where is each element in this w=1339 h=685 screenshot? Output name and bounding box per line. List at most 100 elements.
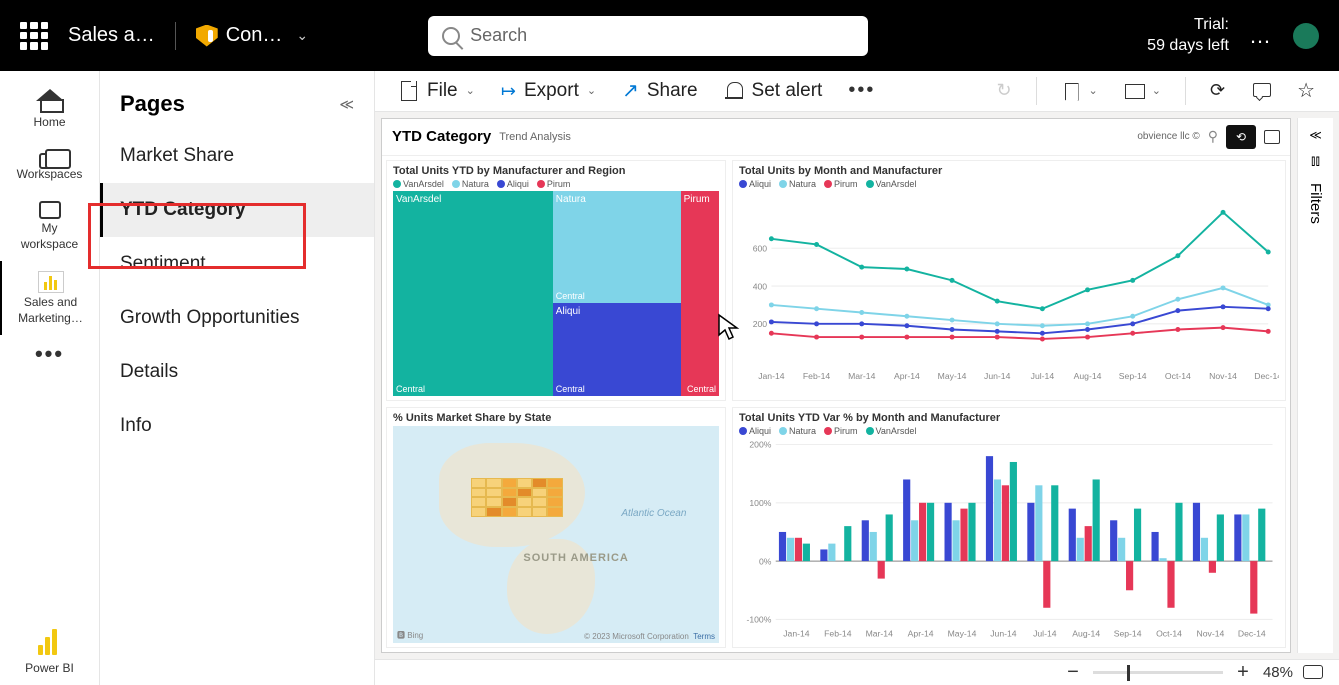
- svg-text:Jun-14: Jun-14: [990, 628, 1017, 638]
- svg-text:Jan-14: Jan-14: [758, 370, 785, 380]
- map-terms-link[interactable]: Terms: [693, 632, 715, 641]
- report-header-right: obvience llc © ⚲ ⟲: [1137, 125, 1280, 149]
- file-icon: [399, 81, 419, 101]
- viz-treemap-legend: VanArsdel Natura Aliqui Pirum: [393, 179, 719, 189]
- legend-aliqui: Aliqui: [507, 179, 529, 189]
- file-menu[interactable]: File ⌄: [389, 74, 485, 108]
- sensitivity-dropdown[interactable]: Con… ⌄: [196, 24, 308, 47]
- tm-region: Central: [556, 291, 585, 301]
- bookmark-menu[interactable]: ⌄: [1051, 75, 1108, 107]
- export-icon: ↦: [501, 82, 516, 100]
- svg-text:600: 600: [753, 243, 768, 253]
- svg-text:400: 400: [753, 281, 768, 291]
- reset-button[interactable]: ↻: [986, 74, 1021, 107]
- page-ytd-category[interactable]: YTD Category: [100, 183, 374, 237]
- trial-status[interactable]: Trial: 59 days left: [1147, 15, 1229, 57]
- share-button[interactable]: ↗ Share: [612, 72, 707, 109]
- left-nav-rail: Home Workspaces My workspace Sales and M…: [0, 71, 100, 685]
- legend-pirum: Pirum: [834, 179, 858, 189]
- viz-line-title: Total Units by Month and Manufacturer: [739, 165, 1279, 177]
- filters-pane-collapsed: ≪ ⫾⫾ Filters: [1297, 118, 1333, 653]
- viz-line-chart[interactable]: Total Units by Month and Manufacturer Al…: [732, 160, 1286, 401]
- nav-my-workspace[interactable]: My workspace: [0, 191, 99, 261]
- viz-bar-legend: Aliqui Natura Pirum VanArsdel: [739, 426, 1279, 436]
- chevron-down-icon: ⌄: [466, 84, 475, 97]
- nav-sales-marketing[interactable]: Sales and Marketing…: [0, 261, 99, 335]
- svg-text:Nov-14: Nov-14: [1209, 370, 1237, 380]
- avatar[interactable]: [1293, 23, 1319, 49]
- refresh-button[interactable]: ⟳: [1200, 74, 1235, 107]
- nav-home[interactable]: Home: [0, 79, 99, 139]
- set-alert-button[interactable]: Set alert: [714, 74, 833, 108]
- visual-comment-icon[interactable]: [1264, 130, 1280, 144]
- svg-text:200%: 200%: [749, 439, 771, 449]
- nav-more[interactable]: •••: [35, 341, 64, 367]
- svg-text:Feb-14: Feb-14: [803, 370, 831, 380]
- nav-powerbi-label: Power BI: [25, 661, 74, 675]
- zoom-out-button[interactable]: −: [1063, 661, 1083, 684]
- page-info[interactable]: Info: [100, 399, 374, 453]
- svg-text:Aug-14: Aug-14: [1072, 628, 1100, 638]
- pin-icon[interactable]: ⚲: [1208, 128, 1218, 145]
- nav-workspaces[interactable]: Workspaces: [0, 139, 99, 191]
- report-toolbar: File ⌄ ↦ Export ⌄ ↗ Share Set alert ••• …: [375, 71, 1339, 112]
- comments-button[interactable]: [1241, 75, 1281, 107]
- fit-to-page-icon[interactable]: [1303, 665, 1323, 679]
- view-menu[interactable]: ⌄: [1114, 75, 1171, 107]
- svg-text:Dec-14: Dec-14: [1238, 628, 1266, 638]
- app-title[interactable]: Sales a…: [68, 24, 155, 47]
- favorite-button[interactable]: ☆: [1287, 72, 1325, 109]
- report-icon: [38, 271, 64, 293]
- expand-filters-icon[interactable]: ≪: [1309, 128, 1322, 142]
- page-growth-opportunities[interactable]: Growth Opportunities: [100, 291, 374, 345]
- svg-text:Apr-14: Apr-14: [894, 370, 920, 380]
- svg-text:Mar-14: Mar-14: [866, 628, 894, 638]
- page-market-share[interactable]: Market Share: [100, 129, 374, 183]
- chevron-down-icon: ⌄: [587, 84, 596, 97]
- map-attribution: © 2023 Microsoft Corporation Terms: [584, 632, 715, 641]
- legend-vanarsdel: VanArsdel: [403, 179, 444, 189]
- viz-bar-title: Total Units YTD Var % by Month and Manuf…: [739, 412, 1279, 424]
- export-menu[interactable]: ↦ Export ⌄: [491, 74, 606, 108]
- svg-text:Nov-14: Nov-14: [1197, 628, 1225, 638]
- page-details[interactable]: Details: [100, 345, 374, 399]
- page-sentiment[interactable]: Sentiment: [100, 237, 374, 291]
- map-copyright: © 2023 Microsoft Corporation: [584, 632, 689, 641]
- more-icon[interactable]: …: [1249, 23, 1273, 49]
- bar-chart-svg: -100%0%100%200%Jan-14Feb-14Mar-14Apr-14M…: [739, 438, 1279, 643]
- legend-aliqui: Aliqui: [749, 179, 771, 189]
- search-input[interactable]: Search: [428, 16, 868, 56]
- nav-powerbi[interactable]: Power BI: [0, 619, 99, 685]
- reset-icon: ↻: [996, 80, 1011, 101]
- trial-line2: 59 days left: [1147, 36, 1229, 57]
- home-icon: [36, 89, 64, 113]
- pages-pane: Pages ≪ Market Share YTD Category Sentim…: [100, 71, 375, 685]
- collapse-pane-icon[interactable]: ≪: [339, 96, 354, 113]
- filter-funnel-icon[interactable]: ⫾⫾: [1311, 152, 1320, 169]
- zoom-slider[interactable]: [1093, 671, 1223, 674]
- filters-label[interactable]: Filters: [1307, 183, 1324, 224]
- legend-natura: Natura: [789, 179, 816, 189]
- nav-home-label: Home: [33, 115, 65, 129]
- tm-van-label: VanArsdel: [396, 194, 441, 205]
- report-title: YTD Category: [392, 128, 491, 145]
- viz-treemap[interactable]: Total Units YTD by Manufacturer and Regi…: [386, 160, 726, 401]
- viz-map[interactable]: % Units Market Share by State Atlantic O…: [386, 407, 726, 648]
- canvas-wrap: YTD Category Trend Analysis obvience llc…: [375, 112, 1339, 659]
- file-label: File: [427, 80, 458, 102]
- tm-region: Central: [396, 384, 425, 394]
- app-launcher-icon[interactable]: [20, 22, 48, 50]
- viz-bar-chart[interactable]: Total Units YTD Var % by Month and Manuf…: [732, 407, 1286, 648]
- toolbar-more[interactable]: •••: [838, 73, 885, 108]
- zoom-value: 48%: [1263, 664, 1293, 681]
- line-chart-svg: 200400600Jan-14Feb-14Mar-14Apr-14May-14J…: [739, 191, 1279, 396]
- zoom-in-button[interactable]: +: [1233, 661, 1253, 684]
- legend-vanarsdel: VanArsdel: [876, 426, 917, 436]
- map-body: Atlantic Ocean SOUTH AMERICA 🅱 Bing © 20…: [393, 426, 719, 643]
- pages-title: Pages: [120, 91, 185, 117]
- svg-text:May-14: May-14: [938, 370, 967, 380]
- viz-map-title: % Units Market Share by State: [393, 412, 719, 424]
- sync-slicer-icon[interactable]: ⟲: [1226, 125, 1256, 149]
- svg-text:Jun-14: Jun-14: [984, 370, 1011, 380]
- zoom-thumb[interactable]: [1127, 665, 1130, 681]
